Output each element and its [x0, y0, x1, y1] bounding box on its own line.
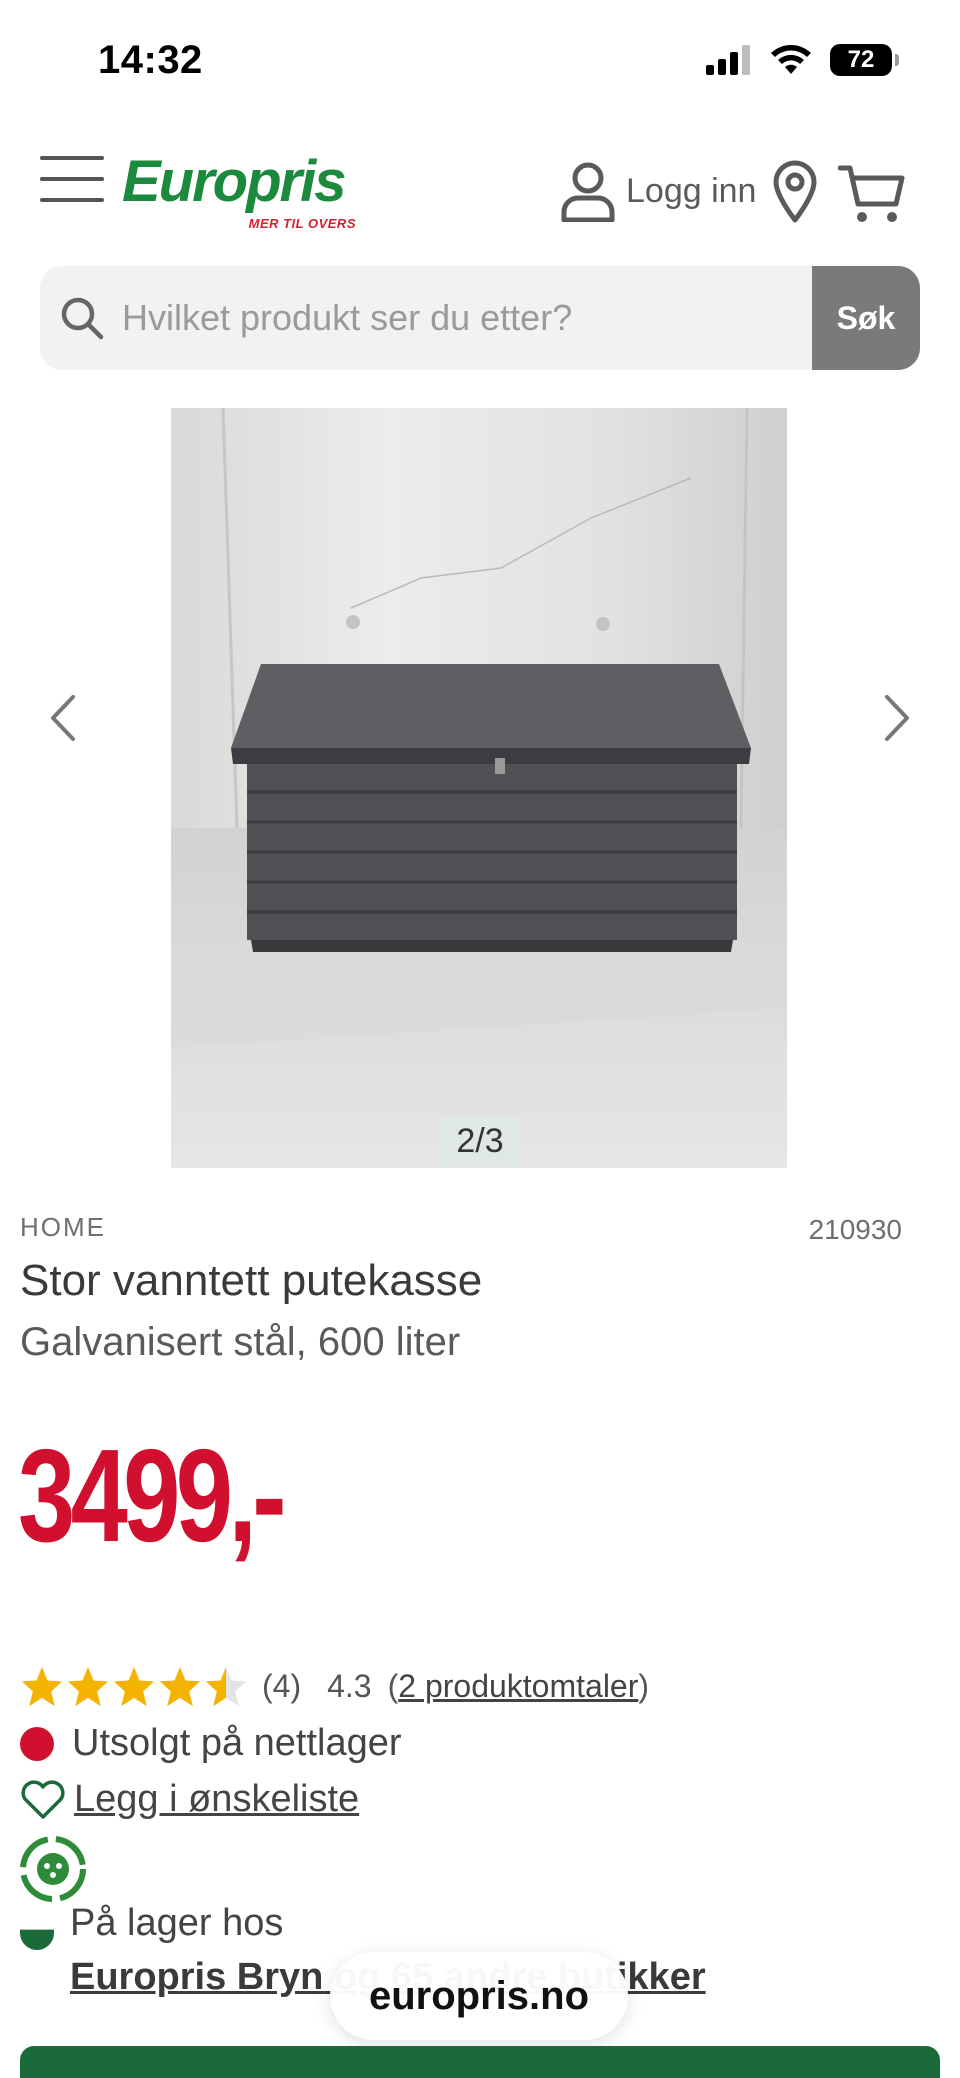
cellular-signal-icon: [706, 45, 750, 75]
reviews-paren-close: ): [638, 1667, 650, 1704]
europris-logo[interactable]: Europris MER TIL OVERS: [122, 149, 362, 232]
star-icon: [113, 1666, 155, 1707]
heart-icon: [21, 1779, 65, 1819]
login-button[interactable]: Logg inn: [560, 160, 756, 222]
search-bar: Søk: [40, 266, 920, 370]
battery-icon: 72: [830, 44, 899, 76]
chevron-left-icon: [51, 695, 75, 741]
location-icon[interactable]: [772, 160, 818, 224]
wishlist-button[interactable]: Legg i ønskeliste: [20, 1778, 359, 1821]
browser-url-pill[interactable]: europris.no: [330, 1952, 628, 2040]
product-price: 3499,-: [18, 1422, 287, 1569]
search-icon: [61, 297, 104, 340]
product-image[interactable]: 2/3: [171, 408, 787, 1168]
wishlist-label: Legg i ønskeliste: [74, 1778, 360, 1820]
search-input[interactable]: [122, 266, 842, 370]
out-of-stock-dot-icon: [20, 1726, 54, 1761]
status-time: 14:32: [98, 38, 203, 82]
product-subtitle: Galvanisert stål, 600 liter: [20, 1320, 461, 1364]
logo-tagline: MER TIL OVERS: [248, 216, 356, 231]
half-star-icon: [205, 1666, 247, 1707]
product-gallery: 2/3: [0, 408, 960, 1168]
status-bar: 14:32 72: [0, 0, 960, 120]
in-stock-dot-icon: [20, 1929, 54, 1950]
user-icon: [561, 162, 615, 222]
store-name-link[interactable]: Europris Bryn: [70, 1956, 323, 1998]
reviews-paren-open: (: [387, 1667, 399, 1704]
online-stock-status: Utsolgt på nettlager: [20, 1722, 402, 1765]
star-icon: [21, 1666, 63, 1707]
star-icon: [159, 1666, 201, 1707]
star-icon: [67, 1666, 109, 1707]
recycle-badge-icon: [20, 1836, 86, 1902]
chevron-right-icon: [885, 695, 909, 741]
next-image-button[interactable]: [868, 688, 928, 748]
image-counter: 2/3: [440, 1116, 520, 1166]
status-icons: 72: [706, 44, 899, 76]
login-label: Logg inn: [626, 171, 757, 210]
rating-stars: [20, 1665, 248, 1707]
logo-text: Europris: [122, 149, 347, 214]
store-stock-label: På lager hos: [70, 1902, 284, 1944]
product-brand[interactable]: HOME: [20, 1212, 106, 1243]
menu-icon[interactable]: [40, 156, 104, 202]
rating-row: (4) 4.3 (2 produktomtaler): [20, 1664, 649, 1708]
storage-box-photo: [171, 408, 787, 1168]
site-header: Europris MER TIL OVERS Logg inn: [0, 140, 960, 250]
online-stock-label: Utsolgt på nettlager: [72, 1722, 402, 1764]
cart-icon[interactable]: [838, 162, 906, 226]
reviews-link[interactable]: 2 produktomtaler: [398, 1668, 638, 1705]
add-to-cart-bar[interactable]: [20, 2046, 940, 2078]
previous-image-button[interactable]: [32, 688, 92, 748]
battery-level: 72: [847, 46, 875, 73]
product-sku: 210930: [808, 1214, 902, 1245]
product-title: Stor vanntett putekasse: [20, 1256, 483, 1305]
rating-value: 4.3: [327, 1667, 372, 1704]
search-button[interactable]: Søk: [812, 266, 920, 370]
wifi-icon: [771, 45, 811, 74]
rating-count: (4): [262, 1667, 302, 1704]
